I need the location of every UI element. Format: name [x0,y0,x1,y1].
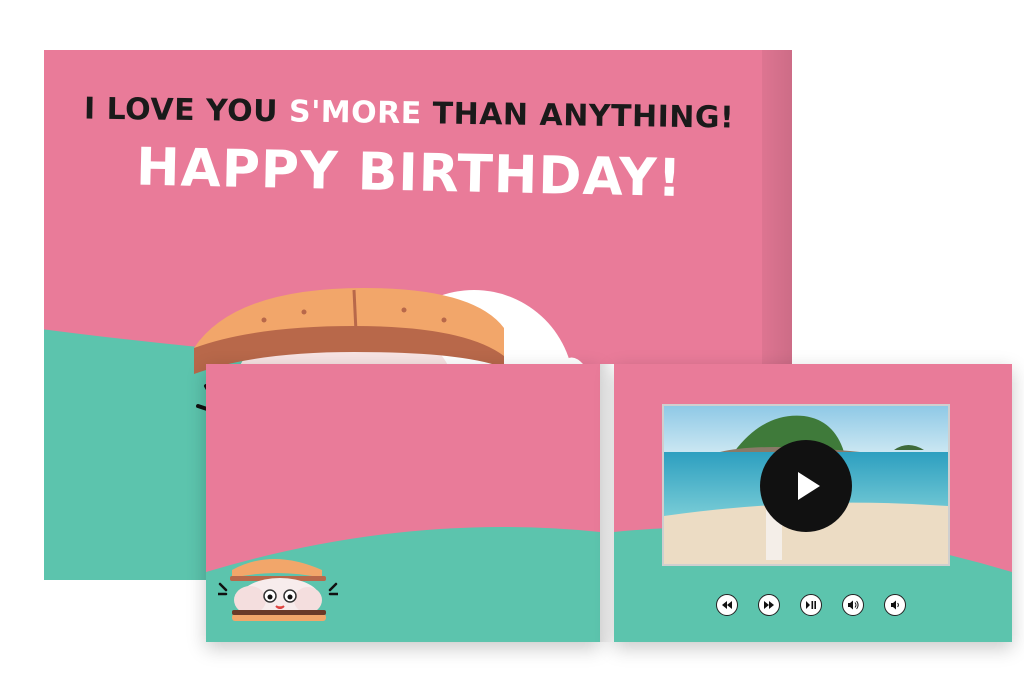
card-inner-spread [206,364,1012,646]
video-screen[interactable] [662,404,950,566]
card-greeting: HAPPY BIRTHDAY! [135,137,683,209]
rewind-icon [722,601,732,609]
fast-forward-button[interactable] [758,594,780,616]
play-button[interactable] [760,440,852,532]
play-pause-button[interactable] [800,594,822,616]
headline-part1: I LOVE YOU [83,91,290,130]
volume-up-button[interactable] [842,594,864,616]
video-controls [716,594,916,620]
volume-down-icon [891,600,899,610]
rewind-button[interactable] [716,594,738,616]
play-icon [798,472,820,500]
inner-left-page [206,364,600,642]
volume-down-button[interactable] [884,594,906,616]
small-smore-mascot [218,559,338,621]
volume-up-icon [848,600,859,610]
headline-accent: S'MORE [288,94,422,132]
spread-fold [600,364,614,642]
play-pause-icon [806,601,816,609]
inner-right-page [614,364,1012,642]
headline-part2: THAN ANYTHING! [421,96,735,136]
fast-forward-icon [764,601,774,609]
